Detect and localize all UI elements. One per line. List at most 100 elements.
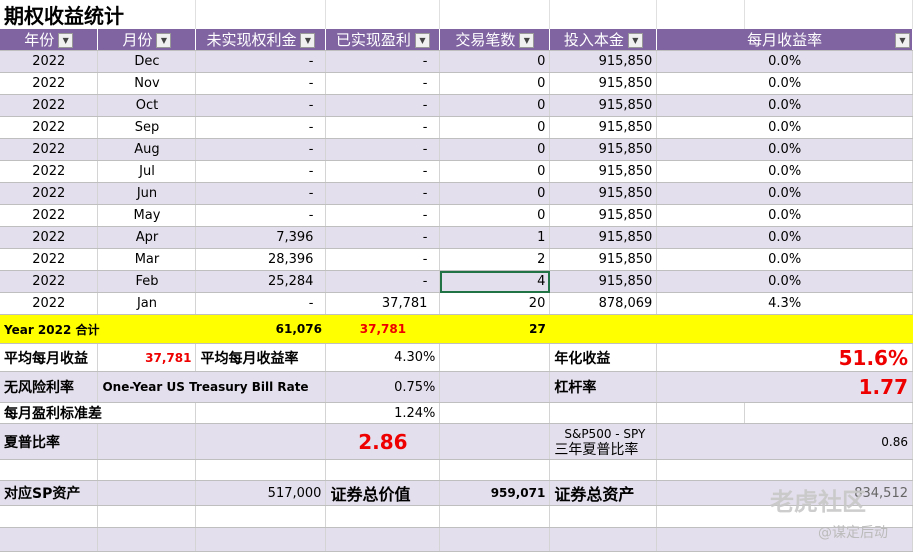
cell-year[interactable]: 2022 xyxy=(0,160,99,183)
cell-monthly-rate[interactable]: 0.0% xyxy=(656,50,913,73)
cell-capital[interactable]: 915,850 xyxy=(549,182,658,205)
cell-trades[interactable]: 0 xyxy=(439,160,551,183)
cell-year[interactable]: 2022 xyxy=(0,182,99,205)
cell-trades[interactable]: 0 xyxy=(439,116,551,139)
cell-monthly-rate[interactable]: 0.0% xyxy=(656,116,913,139)
cell-unrealized[interactable]: 7,396 xyxy=(195,226,327,249)
total-trades[interactable]: 27 xyxy=(439,314,550,344)
cell-realized[interactable]: - xyxy=(325,204,441,227)
cell-unrealized[interactable]: 25,284 xyxy=(195,270,327,293)
total-label[interactable]: Year 2022 合计 xyxy=(0,314,196,344)
sec-value-label[interactable]: 证券总价值 xyxy=(325,480,441,506)
avg-rate-value[interactable]: 4.30% xyxy=(325,343,441,372)
cell-monthly-rate[interactable]: 0.0% xyxy=(656,248,913,271)
cell-trades[interactable]: 0 xyxy=(439,94,551,117)
cell-capital[interactable]: 915,850 xyxy=(549,72,658,95)
cell-realized[interactable]: - xyxy=(325,94,441,117)
filter-dropdown-icon[interactable]: ▼ xyxy=(414,33,430,48)
column-header-1[interactable]: 月份 ▼ xyxy=(97,29,197,51)
cell-capital[interactable]: 915,850 xyxy=(549,138,658,161)
sp-asset-label[interactable]: 对应SP资产 xyxy=(0,480,99,506)
filter-dropdown-icon[interactable]: ▼ xyxy=(156,33,172,48)
cell-realized[interactable]: - xyxy=(325,72,441,95)
riskfree-desc[interactable]: One-Year US Treasury Bill Rate xyxy=(97,371,327,403)
cell-trades[interactable]: 0 xyxy=(439,204,551,227)
cell-year[interactable]: 2022 xyxy=(0,138,99,161)
cell-realized[interactable]: - xyxy=(325,248,441,271)
cell-capital[interactable]: 915,850 xyxy=(549,248,658,271)
sp-asset-value[interactable]: 517,000 xyxy=(195,480,327,506)
cell-capital[interactable]: 915,850 xyxy=(549,116,658,139)
filter-dropdown-icon[interactable]: ▼ xyxy=(519,33,535,48)
cell-unrealized[interactable]: - xyxy=(195,160,327,183)
cell-year[interactable]: 2022 xyxy=(0,248,99,271)
cell-year[interactable]: 2022 xyxy=(0,94,99,117)
cell-realized[interactable]: - xyxy=(325,116,441,139)
leverage-label[interactable]: 杠杆率 xyxy=(549,371,658,403)
cell-capital[interactable]: 915,850 xyxy=(549,204,658,227)
avg-monthly-label[interactable]: 平均每月收益 xyxy=(0,343,99,372)
column-header-0[interactable]: 年份 ▼ xyxy=(0,29,99,51)
cell-month[interactable]: Jul xyxy=(97,160,197,183)
cell-trades[interactable]: 0 xyxy=(439,72,551,95)
cell-unrealized[interactable]: - xyxy=(195,138,327,161)
cell-month[interactable]: Sep xyxy=(97,116,197,139)
cell-realized[interactable]: 37,781 xyxy=(325,292,441,315)
cell-month[interactable]: Dec xyxy=(97,50,197,73)
cell-month[interactable]: Aug xyxy=(97,138,197,161)
riskfree-label[interactable]: 无风险利率 xyxy=(0,371,99,403)
cell-monthly-rate[interactable]: 0.0% xyxy=(656,226,913,249)
column-header-5[interactable]: 投入本金 ▼ xyxy=(549,29,658,51)
cell-realized[interactable]: - xyxy=(325,160,441,183)
cell-unrealized[interactable]: - xyxy=(195,50,327,73)
filter-dropdown-icon[interactable]: ▼ xyxy=(58,33,74,48)
spy-sharpe-value[interactable]: 0.86 xyxy=(656,423,913,460)
cell-capital[interactable]: 878,069 xyxy=(549,292,658,315)
cell-unrealized[interactable]: - xyxy=(195,292,327,315)
cell-monthly-rate[interactable]: 0.0% xyxy=(656,94,913,117)
cell-month[interactable]: May xyxy=(97,204,197,227)
cell-monthly-rate[interactable]: 4.3% xyxy=(656,292,913,315)
cell-realized[interactable]: - xyxy=(325,270,441,293)
std-label[interactable]: 每月盈利标准差 xyxy=(0,402,197,424)
cell-year[interactable]: 2022 xyxy=(0,72,99,95)
cell-unrealized[interactable]: - xyxy=(195,72,327,95)
cell-trades[interactable]: 4 xyxy=(439,270,551,293)
avg-monthly-value[interactable]: 37,781 xyxy=(97,343,197,372)
cell-capital[interactable]: 915,850 xyxy=(549,50,658,73)
filter-dropdown-icon[interactable]: ▼ xyxy=(627,33,643,48)
sharpe-label[interactable]: 夏普比率 xyxy=(0,423,99,460)
cell-year[interactable]: 2022 xyxy=(0,116,99,139)
leverage-value[interactable]: 1.77 xyxy=(656,371,913,403)
cell-monthly-rate[interactable]: 0.0% xyxy=(656,138,913,161)
column-header-2[interactable]: 未实现权利金 ▼ xyxy=(195,29,327,51)
cell-capital[interactable]: 915,850 xyxy=(549,94,658,117)
annual-value[interactable]: 51.6% xyxy=(656,343,913,372)
cell-month[interactable]: Oct xyxy=(97,94,197,117)
std-value[interactable]: 1.24% xyxy=(325,402,441,424)
cell-year[interactable]: 2022 xyxy=(0,270,99,293)
cell-realized[interactable]: - xyxy=(325,182,441,205)
cell-monthly-rate[interactable]: 0.0% xyxy=(656,182,913,205)
cell-capital[interactable]: 915,850 xyxy=(549,226,658,249)
cell-year[interactable]: 2022 xyxy=(0,204,99,227)
sec-total-label[interactable]: 证券总资产 xyxy=(549,480,658,506)
total-realized[interactable]: 37,781 xyxy=(325,314,440,344)
cell-month[interactable]: Jun xyxy=(97,182,197,205)
cell-trades[interactable]: 2 xyxy=(439,248,551,271)
cell-year[interactable]: 2022 xyxy=(0,50,99,73)
column-header-6[interactable]: 每月收益率 ▼ xyxy=(656,29,913,51)
cell-year[interactable]: 2022 xyxy=(0,292,99,315)
cell-realized[interactable]: - xyxy=(325,226,441,249)
filter-dropdown-icon[interactable]: ▼ xyxy=(300,33,316,48)
cell-monthly-rate[interactable]: 0.0% xyxy=(656,270,913,293)
cell-month[interactable]: Nov xyxy=(97,72,197,95)
filter-dropdown-icon[interactable]: ▼ xyxy=(895,33,910,48)
cell-unrealized[interactable]: 28,396 xyxy=(195,248,327,271)
cell-capital[interactable]: 915,850 xyxy=(549,270,658,293)
sec-value-value[interactable]: 959,071 xyxy=(439,480,551,506)
annual-label[interactable]: 年化收益 xyxy=(549,343,658,372)
cell-month[interactable]: Jan xyxy=(97,292,197,315)
cell-unrealized[interactable]: - xyxy=(195,204,327,227)
cell-unrealized[interactable]: - xyxy=(195,182,327,205)
